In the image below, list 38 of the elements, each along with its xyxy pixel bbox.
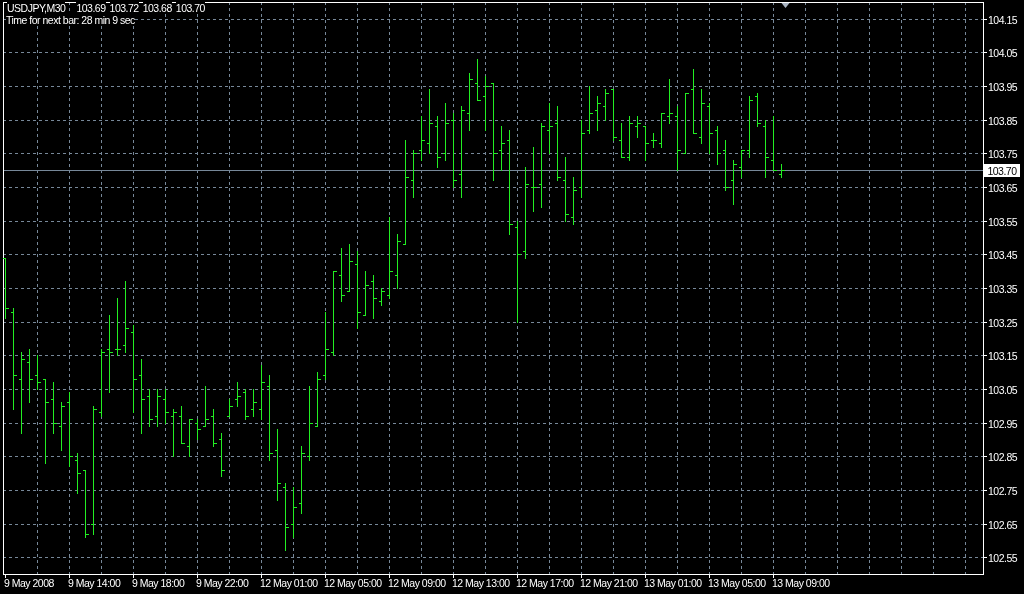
time-axis-label: 12 May 09:00 bbox=[388, 577, 446, 589]
current-price-tag: 103.70 bbox=[984, 164, 1020, 177]
price-axis-label: 103.15 bbox=[988, 349, 1018, 362]
price-axis-label: 102.95 bbox=[988, 417, 1018, 430]
ohlc-value: 103.72 bbox=[109, 2, 139, 14]
ohlc-value: 103.68 bbox=[142, 2, 172, 14]
time-axis-label: 12 May 05:00 bbox=[324, 577, 382, 589]
price-axis-label: 102.65 bbox=[988, 518, 1018, 531]
ohlc-value: 103.69 bbox=[76, 2, 106, 14]
symbol-label: USDJPY,M30 bbox=[7, 2, 66, 14]
price-axis-label: 104.05 bbox=[988, 46, 1018, 59]
price-axis-label: 104.15 bbox=[988, 13, 1018, 26]
time-axis-label: 9 May 14:00 bbox=[68, 577, 121, 589]
price-axis-label: 102.75 bbox=[988, 484, 1018, 497]
price-axis-label: 103.55 bbox=[988, 215, 1018, 228]
time-axis-label: 13 May 05:00 bbox=[708, 577, 766, 589]
time-axis-label: 13 May 01:00 bbox=[644, 577, 702, 589]
price-axis-label: 103.35 bbox=[988, 282, 1018, 295]
time-axis-label: 12 May 17:00 bbox=[516, 577, 574, 589]
time-axis-label: 12 May 01:00 bbox=[260, 577, 318, 589]
time-axis-label: 9 May 18:00 bbox=[132, 577, 185, 589]
time-axis-label: 12 May 13:00 bbox=[452, 577, 510, 589]
price-axis-label: 102.85 bbox=[988, 450, 1018, 463]
time-axis-label: 9 May 22:00 bbox=[196, 577, 249, 589]
triangle-marker-icon[interactable] bbox=[781, 3, 790, 8]
price-axis-label: 103.75 bbox=[988, 147, 1018, 160]
price-axis-label: 103.25 bbox=[988, 316, 1018, 329]
price-axis-label: 103.65 bbox=[988, 181, 1018, 194]
bar-timer-text: Time for next bar: 28 min 9 sec bbox=[6, 14, 135, 26]
time-axis-label: 13 May 09:00 bbox=[772, 577, 830, 589]
price-axis-label: 103.05 bbox=[988, 383, 1018, 396]
price-axis-label: 102.55 bbox=[988, 551, 1018, 564]
price-axis-label: 103.45 bbox=[988, 248, 1018, 261]
ohlc-value: 103.70 bbox=[175, 2, 205, 14]
price-axis-label: 103.85 bbox=[988, 114, 1018, 127]
time-axis-label: 12 May 21:00 bbox=[580, 577, 638, 589]
time-axis-label: 9 May 2008 bbox=[4, 577, 54, 589]
price-axis-label: 103.95 bbox=[988, 80, 1018, 93]
